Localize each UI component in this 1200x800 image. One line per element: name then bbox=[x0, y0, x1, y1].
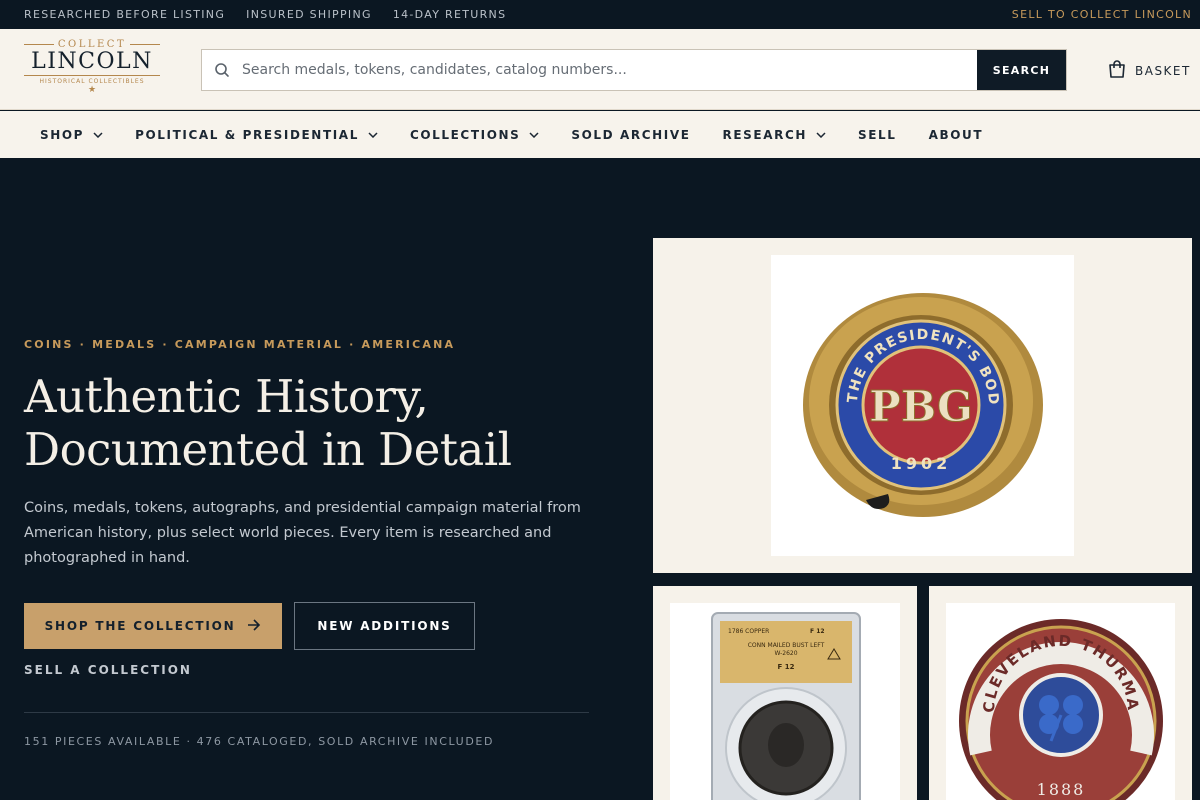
medal-illustration: THE PRESIDENT'S BODY GUARD 1902 PBG bbox=[771, 255, 1043, 517]
nav-item-about[interactable]: ABOUT bbox=[929, 128, 984, 142]
new-additions-button[interactable]: NEW ADDITIONS bbox=[294, 602, 475, 650]
arrow-right-icon bbox=[247, 618, 261, 634]
search-button[interactable]: SEARCH bbox=[977, 50, 1066, 90]
graded-coin-image: 1786 COPPER F 12 CONN MAILED BUST LEFT W… bbox=[670, 603, 900, 800]
logo-wordmark: LINCOLN bbox=[31, 49, 153, 74]
chevron-down-icon bbox=[529, 131, 539, 138]
main-nav: SHOP POLITICAL & PRESIDENTIAL COLLECTION… bbox=[0, 111, 1200, 158]
nav-item-research[interactable]: RESEARCH bbox=[723, 128, 826, 142]
perk-returns: 14-DAY RETURNS bbox=[392, 8, 507, 21]
inventory-stats: 151 PIECES AVAILABLE · 476 CATALOGED, SO… bbox=[24, 735, 495, 748]
pin-illustration: CLEVELAND THURMAN 1888 bbox=[946, 603, 1163, 800]
sell-collection-link[interactable]: SELL A COLLECTION bbox=[24, 663, 192, 677]
shop-collection-button[interactable]: SHOP THE COLLECTION bbox=[24, 603, 282, 649]
logo-tagline: HISTORICAL COLLECTIBLES bbox=[24, 75, 160, 85]
hero-description: Coins, medals, tokens, autographs, and p… bbox=[24, 500, 581, 566]
chevron-down-icon bbox=[816, 131, 826, 138]
perk-researched: RESEARCHED BEFORE LISTING bbox=[24, 8, 226, 21]
campaign-pin-card[interactable]: CLEVELAND THURMAN 1888 bbox=[929, 586, 1192, 800]
star-icon: ★ bbox=[87, 85, 97, 95]
perk-insured-shipping: INSURED SHIPPING bbox=[246, 8, 372, 21]
nav-item-shop[interactable]: SHOP bbox=[40, 128, 103, 142]
pin-year: 1888 bbox=[1037, 780, 1086, 799]
graded-coin-card[interactable]: 1786 COPPER F 12 CONN MAILED BUST LEFT W… bbox=[653, 586, 917, 800]
search-bar: SEARCH bbox=[201, 49, 1067, 91]
site-logo[interactable]: COLLECT LINCOLN HISTORICAL COLLECTIBLES … bbox=[24, 39, 161, 101]
nav-item-collections[interactable]: COLLECTIONS bbox=[410, 128, 539, 142]
basket-button[interactable]: BASKET bbox=[1107, 59, 1191, 82]
sell-to-us-link[interactable]: SELL TO COLLECT LINCOLN bbox=[1012, 8, 1192, 21]
hero-headline-line-2: Documented in Detail bbox=[24, 423, 512, 476]
hero-eyebrow: COINS · MEDALS · CAMPAIGN MATERIAL · AME… bbox=[24, 338, 456, 351]
cleveland-thurman-pin-image: CLEVELAND THURMAN 1888 bbox=[946, 603, 1175, 800]
site-header: COLLECT LINCOLN HISTORICAL COLLECTIBLES … bbox=[0, 29, 1200, 110]
svg-text:CONN MAILED BUST LEFT: CONN MAILED BUST LEFT bbox=[748, 642, 825, 649]
slab-illustration: 1786 COPPER F 12 CONN MAILED BUST LEFT W… bbox=[711, 612, 861, 800]
svg-text:F 12: F 12 bbox=[778, 663, 795, 671]
medal-year: 1902 bbox=[891, 454, 952, 473]
svg-text:1786 COPPER: 1786 COPPER bbox=[728, 628, 769, 635]
svg-text:F 12: F 12 bbox=[810, 628, 825, 635]
search-input[interactable] bbox=[242, 50, 977, 90]
announcement-bar: RESEARCHED BEFORE LISTING INSURED SHIPPI… bbox=[0, 0, 1200, 29]
search-icon bbox=[202, 50, 242, 90]
hero-headline: Authentic History, Documented in Detail bbox=[24, 370, 584, 476]
divider bbox=[24, 712, 589, 713]
nav-item-political-presidential[interactable]: POLITICAL & PRESIDENTIAL bbox=[135, 128, 378, 142]
basket-label: BASKET bbox=[1135, 63, 1191, 78]
chevron-down-icon bbox=[368, 131, 378, 138]
nav-item-sold-archive[interactable]: SOLD ARCHIVE bbox=[571, 128, 690, 142]
nav-item-sell[interactable]: SELL bbox=[858, 128, 897, 142]
presidents-body-guard-medal-image: THE PRESIDENT'S BODY GUARD 1902 PBG bbox=[771, 255, 1074, 556]
medal-monogram: PBG bbox=[869, 382, 973, 431]
chevron-down-icon bbox=[93, 131, 103, 138]
basket-icon bbox=[1107, 59, 1127, 82]
featured-item-card[interactable]: THE PRESIDENT'S BODY GUARD 1902 PBG bbox=[653, 238, 1192, 573]
svg-text:W-2620: W-2620 bbox=[774, 650, 797, 657]
hero-headline-line-1: Authentic History, bbox=[24, 370, 429, 423]
